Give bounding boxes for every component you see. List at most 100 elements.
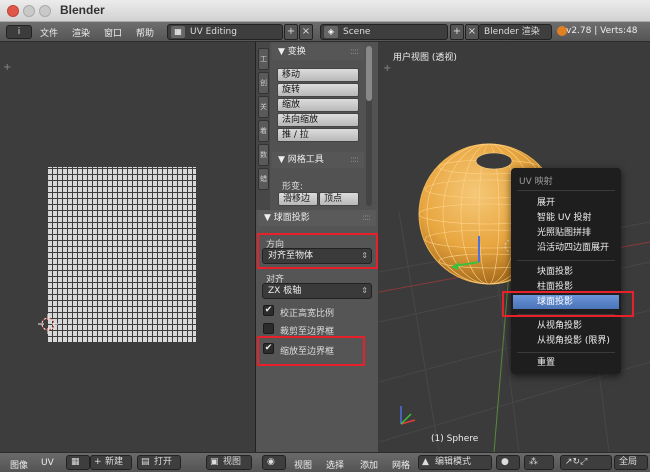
scale-button[interactable]: 缩放	[277, 98, 359, 112]
scrollbar-thumb[interactable]	[366, 46, 372, 101]
remove-layout-button[interactable]: ×	[299, 24, 313, 40]
axis-orientation-icon	[400, 406, 416, 425]
select-arrow-icon: ⇕	[361, 286, 368, 295]
push-pull-button[interactable]: 推 / 拉	[277, 128, 359, 142]
vp-menu-add[interactable]: 添加	[360, 458, 378, 471]
uv-view-button[interactable]: ▣ 视图	[206, 455, 252, 470]
deform-label: 形变:	[282, 182, 304, 192]
menu-separator	[517, 190, 615, 191]
layout-grid-icon: ▦	[171, 26, 185, 38]
pivot-select[interactable]: ⁂	[524, 455, 554, 470]
tab-relations[interactable]: 关	[258, 96, 269, 118]
menu-project-from-view-bounds[interactable]: 从视角投影 (限界)	[513, 334, 619, 348]
vp-menu-select[interactable]: 选择	[326, 458, 344, 471]
clip-to-bounds-checkbox[interactable]	[263, 323, 274, 334]
layout-select[interactable]: ▦ UV Editing	[167, 24, 283, 40]
menu-help[interactable]: 帮助	[136, 26, 154, 39]
window-titlebar: Blender	[0, 0, 650, 22]
new-image-button[interactable]: + 新建	[90, 455, 132, 470]
annotation-box-direction	[257, 233, 378, 269]
menu-unwrap[interactable]: 展开	[513, 196, 619, 210]
drag-grip-icon[interactable]: ::::	[350, 44, 359, 60]
menu-smart-uv-project[interactable]: 智能 UV 投射	[513, 211, 619, 225]
close-window-button[interactable]	[7, 5, 19, 17]
mode-select[interactable]: ▲ 编辑模式	[418, 455, 492, 470]
remove-scene-button[interactable]: ×	[465, 24, 479, 40]
tab-grease-pencil[interactable]: 蜡	[258, 168, 269, 190]
object-label: (1) Sphere	[431, 434, 479, 444]
mode-value: 编辑模式	[435, 457, 472, 467]
vp-menu-view[interactable]: 视图	[294, 458, 312, 471]
vertex-slide-button[interactable]: 顶点	[319, 192, 359, 206]
version-stats: v2.78 | Verts:48	[566, 26, 638, 36]
menu-window[interactable]: 窗口	[104, 26, 122, 39]
vp-menu-mesh[interactable]: 网格	[392, 458, 410, 471]
minimize-window-button[interactable]	[23, 5, 35, 17]
uv-mapping-menu: UV 映射 展开 智能 UV 投射 光照贴图拼排 沿活动四边面展开 块面投影 柱…	[511, 168, 621, 374]
open-image-label: 打开	[154, 457, 173, 467]
menu-reset[interactable]: 重置	[513, 356, 619, 370]
info-editor-icon[interactable]: i	[6, 25, 32, 39]
orientation-select[interactable]: 全局	[614, 455, 648, 470]
sphere-project-header[interactable]: ▼ 球面投影 ::::	[258, 210, 376, 226]
align-select[interactable]: ZX 极轴 ⇕	[262, 283, 372, 299]
manipulator-toggles[interactable]: ↗↻⤢	[560, 455, 612, 470]
tool-shelf-tabs: 工 创 关 着 数 蜡	[256, 42, 270, 212]
tab-create[interactable]: 创	[258, 72, 269, 94]
plus-icon: +	[94, 457, 102, 467]
correct-aspect-label: 校正高宽比例	[280, 309, 335, 319]
transform-gizmo-icon[interactable]	[439, 232, 519, 292]
sphere-project-title: ▼ 球面投影	[264, 213, 310, 223]
align-value: ZX 极轴	[268, 286, 302, 296]
slide-edge-button[interactable]: 滑移边	[278, 192, 318, 206]
uv-menu-uv[interactable]: UV	[41, 458, 54, 468]
open-image-button[interactable]: ▤ 打开	[137, 455, 181, 470]
menu-file[interactable]: 文件	[40, 26, 58, 39]
rotate-button[interactable]: 旋转	[277, 83, 359, 97]
corner-plus-icon[interactable]: +	[3, 63, 13, 73]
transform-panel-header[interactable]: ▼ 变换 ::::	[272, 44, 364, 60]
correct-aspect-checkbox[interactable]: ✔	[263, 305, 274, 316]
drag-grip-icon[interactable]: ::::	[350, 152, 359, 168]
image-browse-button[interactable]: ▦	[66, 455, 90, 470]
bottom-header: 图像 UV ▦ + 新建 ▤ 打开 ▣ 视图 ◉ 视图 选择 添加 网格 ▲ 编…	[0, 452, 650, 472]
drag-grip-icon[interactable]: ::::	[362, 210, 371, 226]
menu-render[interactable]: 渲染	[72, 26, 90, 39]
tab-shading[interactable]: 着	[258, 120, 269, 142]
info-header: i 文件 渲染 窗口 帮助 ▦ UV Editing + × ◈ Scene +…	[0, 22, 650, 42]
layout-value: UV Editing	[190, 27, 237, 37]
uv-view-label: 视图	[223, 457, 242, 467]
add-layout-button[interactable]: +	[284, 24, 298, 40]
mesh-tools-panel-header[interactable]: ▼ 网格工具 ::::	[272, 152, 364, 168]
scene-value: Scene	[343, 27, 371, 37]
shading-select[interactable]: ●	[496, 455, 520, 470]
menu-follow-active-quads[interactable]: 沿活动四边面展开	[513, 241, 619, 255]
tab-tools[interactable]: 工	[258, 48, 269, 70]
add-scene-button[interactable]: +	[450, 24, 464, 40]
app-title: Blender	[60, 3, 105, 17]
render-engine-select[interactable]: Blender 渲染	[478, 24, 552, 40]
maximize-window-button[interactable]	[39, 5, 51, 17]
tool-shelf-scrollbar[interactable]	[366, 46, 372, 206]
render-engine-value: Blender 渲染	[484, 27, 540, 37]
shrink-fatten-button[interactable]: 法向缩放	[277, 113, 359, 127]
scene-select[interactable]: ◈ Scene	[320, 24, 448, 40]
menu-separator	[517, 352, 615, 353]
view-icon: ▣	[210, 457, 219, 467]
menu-project-from-view[interactable]: 从视角投影	[513, 319, 619, 333]
tab-data[interactable]: 数	[258, 144, 269, 166]
corner-plus-icon[interactable]: +	[383, 64, 393, 74]
view-label: 用户视图 (透视)	[393, 53, 457, 63]
viewport-editor-type-button[interactable]: ◉	[262, 455, 286, 470]
mesh-tools-panel-title: ▼ 网格工具	[278, 155, 324, 165]
uv-menu-image[interactable]: 图像	[10, 458, 28, 471]
move-button[interactable]: 移动	[277, 68, 359, 82]
menu-cube-projection[interactable]: 块面投影	[513, 265, 619, 279]
menu-lightmap-pack[interactable]: 光照贴图拼排	[513, 226, 619, 240]
menu-separator	[517, 260, 615, 261]
uv-menu-title: UV 映射	[519, 177, 553, 187]
uv-mesh-grid[interactable]	[48, 167, 196, 342]
edit-mode-icon: ▲	[422, 457, 429, 467]
scene-icon: ◈	[324, 26, 338, 38]
uv-editor-area[interactable]: +	[0, 42, 256, 452]
